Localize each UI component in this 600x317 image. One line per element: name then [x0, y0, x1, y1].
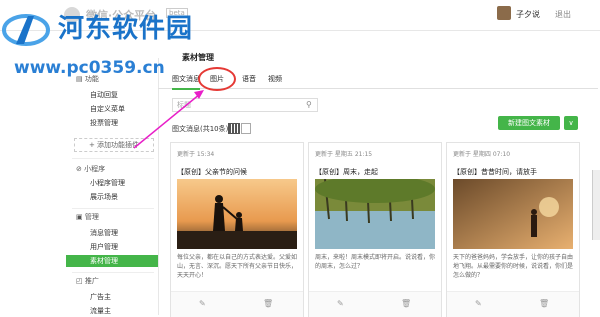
mini-program-icon: ⊘ [76, 165, 85, 173]
manage-icon: ▣ [76, 213, 85, 221]
card-title[interactable]: 【原创】父亲节的问候 [177, 167, 247, 177]
chevron-down-icon[interactable]: ∨ [564, 116, 578, 130]
side-panel-edge [592, 170, 600, 240]
card-description: 周末，来啦！周末模式即将开启。说说看，你的周末，怎么过？ [315, 254, 436, 270]
main-content: 素材管理 图文消息 图片 语音 视频 标题 ⚲ 图文消息(共10条) 新建图文素… [158, 30, 600, 317]
list-view-icon[interactable] [241, 123, 251, 134]
divider [72, 158, 154, 159]
delete-icon[interactable]: 🗑 [539, 299, 549, 308]
card-footer: ✎ 🗑 [171, 291, 303, 317]
edit-icon[interactable]: ✎ [199, 299, 206, 308]
watermark-logo-icon [2, 14, 50, 46]
article-card[interactable]: 更新于 星期五 21:15 【原创】周末，走起 周末，来啦！周末模式即将开启。说… [308, 142, 442, 317]
card-image[interactable] [315, 179, 435, 249]
sidebar-item-messages[interactable]: 消息管理 [90, 228, 118, 238]
sidebar-section-manage: ▣ 管理 [76, 213, 99, 221]
search-icon[interactable]: ⚲ [306, 100, 312, 109]
card-footer: ✎ 🗑 [309, 291, 441, 317]
tab-voice[interactable]: 语音 [242, 74, 256, 84]
watermark: 河东软件园 www.pc0359.cn [0, 0, 210, 100]
card-image[interactable] [177, 179, 297, 249]
divider [72, 272, 154, 273]
card-description: 每位父亲，都在以自己的方式表达爱。父爱如山，无言、深沉。愿天下所有父亲节日快乐，… [177, 254, 298, 279]
watermark-url: www.pc0359.cn [14, 58, 165, 78]
logout-link[interactable]: 退出 [555, 9, 571, 20]
add-plugin-button[interactable]: + 添加功能插件 [74, 138, 154, 152]
card-image[interactable] [453, 179, 573, 249]
card-title[interactable]: 【原创】周末，走起 [315, 167, 378, 177]
article-count: 图文消息(共10条) [172, 125, 229, 133]
sidebar-item-custom-menu[interactable]: 自定义菜单 [90, 104, 125, 114]
promotion-icon: ◰ [76, 277, 85, 285]
tab-bar: 图文消息 图片 语音 视频 [158, 67, 598, 91]
card-date: 更新于 星期五 21:15 [315, 151, 373, 158]
sidebar-item-scenes[interactable]: 展示场景 [90, 192, 118, 202]
delete-icon[interactable]: 🗑 [401, 299, 411, 308]
sidebar-item-mini-manage[interactable]: 小程序管理 [90, 178, 125, 188]
delete-icon[interactable]: 🗑 [263, 299, 273, 308]
sidebar-section-promotion: ◰ 推广 [76, 277, 99, 285]
card-title[interactable]: 【原创】昔昔时间，请放手 [453, 167, 537, 177]
edit-icon[interactable]: ✎ [475, 299, 482, 308]
watermark-title: 河东软件园 [58, 14, 194, 44]
new-article-button[interactable]: 新建图文素材 [498, 116, 560, 130]
avatar[interactable] [497, 6, 511, 20]
sidebar-section-mini-program: ⊘ 小程序 [76, 165, 106, 173]
username[interactable]: 子夕说 [516, 9, 540, 20]
search-input[interactable]: 标题 [172, 98, 318, 112]
article-card[interactable]: 更新于 15:34 【原创】父亲节的问候 每位父亲，都在以自己的方式表达爱。父爱… [170, 142, 304, 317]
divider [72, 208, 154, 209]
sidebar-item-vote[interactable]: 投票管理 [90, 118, 118, 128]
edit-icon[interactable]: ✎ [337, 299, 344, 308]
card-date: 更新于 15:34 [177, 151, 215, 158]
article-card[interactable]: 更新于 星期四 07:10 【原创】昔昔时间，请放手 天下的爸爸妈妈，学会放手，… [446, 142, 580, 317]
sidebar-item-label: 素材管理 [90, 257, 118, 265]
card-date: 更新于 星期四 07:10 [453, 151, 511, 158]
sidebar-item-users[interactable]: 用户管理 [90, 242, 118, 252]
grid-view-icon[interactable] [228, 123, 240, 134]
card-description: 天下的爸爸妈妈，学会放手，让你的孩子自由地飞翔。从最需要你的时候，说说看，你们是… [453, 254, 574, 279]
tab-video[interactable]: 视频 [268, 74, 282, 84]
card-footer: ✎ 🗑 [447, 291, 579, 317]
sidebar-item-materials[interactable]: 素材管理 [66, 255, 158, 267]
sidebar-item-advertiser[interactable]: 广告主 [90, 292, 111, 302]
